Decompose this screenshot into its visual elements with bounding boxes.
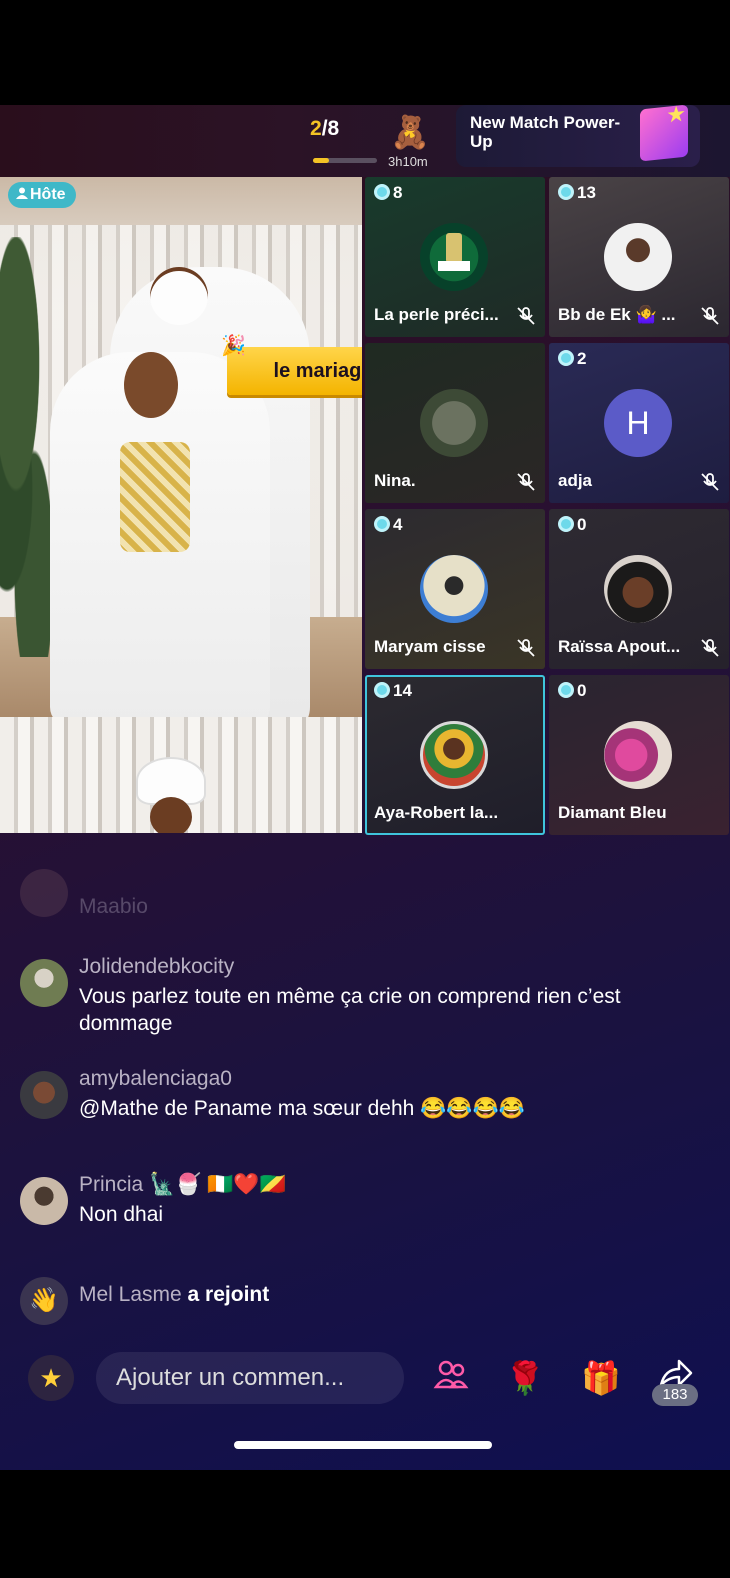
viewer-count: 14 <box>374 681 412 701</box>
guest-name: adja <box>558 471 593 490</box>
eye-icon <box>374 516 390 532</box>
viewer-count: 0 <box>558 515 586 535</box>
mic-muted-icon <box>701 307 719 325</box>
chat-text: @Mathe de Paname ma sœur dehh 😂😂😂😂 <box>79 1097 525 1120</box>
guest-tile[interactable]: 0 Raïssa Apout... <box>549 509 729 669</box>
viewer-count: 13 <box>558 183 596 203</box>
powerup-banner[interactable]: New Match Power-Up <box>456 105 700 167</box>
host-badge: Hôte <box>8 182 76 208</box>
join-line: Mel Lasme a rejoint <box>79 1283 269 1307</box>
chat-username[interactable]: Jolidendebkocity <box>79 955 234 979</box>
round-progress-bar <box>313 158 377 163</box>
chat-text: Non dhai <box>79 1203 164 1226</box>
guest-tile[interactable]: 13 Bb de Ek 🤷‍♀️ ... <box>549 177 729 337</box>
avatar <box>20 869 68 917</box>
gift-box-icon <box>640 105 688 162</box>
star-icon[interactable]: ★ <box>28 1355 74 1401</box>
guest-tile[interactable]: 0 Diamant Bleu <box>549 675 729 835</box>
guest-tile[interactable]: 2 H adja <box>549 343 729 503</box>
round-counter: 2/8 <box>310 117 339 141</box>
viewer-count: 2 <box>558 349 586 369</box>
round-progress-fill <box>313 158 329 163</box>
avatar <box>420 555 488 623</box>
mic-muted-icon <box>517 307 535 325</box>
eye-icon <box>374 184 390 200</box>
guest-name: La perle préci... <box>374 305 499 324</box>
guest-name: Maryam cisse <box>374 637 486 656</box>
title-banner: 🎉 le mariage 🎉 <box>221 335 362 395</box>
gift-icon[interactable]: 🎁 <box>578 1355 624 1401</box>
guest-tile[interactable]: 8 La perle préci... <box>365 177 545 337</box>
avatar <box>604 223 672 291</box>
avatar <box>604 555 672 623</box>
gift-timer[interactable]: 🧸 3h10m <box>386 113 438 171</box>
avatar <box>420 389 488 457</box>
live-screen: 2/8 🧸 3h10m New Match Power-Up Hôte 🎉 le… <box>0 105 730 1470</box>
mic-muted-icon <box>701 639 719 657</box>
guest-name: Bb de Ek 🤷‍♀️ ... <box>558 305 676 324</box>
chat-username[interactable]: Princia 🗽🍧 🇨🇮❤️🇨🇬 <box>79 1173 286 1197</box>
eye-icon <box>558 516 574 532</box>
bottom-bar: ★ Ajouter un commen... 🌹 🎁 183 <box>0 1345 730 1415</box>
guest-tile-selected[interactable]: 14 Aya-Robert la... <box>365 675 545 835</box>
avatar-initial: H <box>604 389 672 457</box>
powerup-title: New Match Power-Up <box>470 113 621 151</box>
match-top-bar: 2/8 🧸 3h10m New Match Power-Up <box>0 105 730 177</box>
avatar <box>604 721 672 789</box>
share-count: 183 <box>652 1384 698 1406</box>
viewer-count: 0 <box>558 681 586 701</box>
guests-icon[interactable] <box>428 1355 474 1401</box>
waving-hand-icon: 👋 <box>20 1277 68 1325</box>
chat-username[interactable]: Mel Lasme <box>79 1283 182 1306</box>
guest-name: Nina. <box>374 471 416 490</box>
chat-username[interactable]: amybalenciaga0 <box>79 1067 232 1091</box>
banner-text: le mariage <box>273 360 362 382</box>
avatar <box>420 223 488 291</box>
home-indicator <box>234 1441 492 1449</box>
mic-muted-icon <box>517 639 535 657</box>
join-action: a rejoint <box>187 1283 270 1306</box>
avatar[interactable] <box>20 1177 68 1225</box>
chat-text: Vous parlez toute en même ça crie on com… <box>79 985 621 1035</box>
eye-icon <box>558 184 574 200</box>
host-badge-label: Hôte <box>30 186 66 203</box>
guest-tile[interactable]: Nina. <box>365 343 545 503</box>
round-current: 2 <box>310 117 322 140</box>
mic-muted-icon <box>701 473 719 491</box>
avatar <box>420 721 488 789</box>
guest-name: Diamant Bleu <box>558 803 667 822</box>
round-total: /8 <box>321 117 340 140</box>
timer-text: 3h10m <box>388 154 428 169</box>
avatar[interactable] <box>20 959 68 1007</box>
viewer-count: 4 <box>374 515 402 535</box>
eye-icon <box>558 682 574 698</box>
teddy-bear-icon: 🧸 <box>390 114 430 150</box>
guest-name: Aya-Robert la... <box>374 803 499 822</box>
eye-icon <box>374 682 390 698</box>
seated-person <box>50 352 270 727</box>
eye-icon <box>558 350 574 366</box>
person-icon <box>16 187 28 199</box>
guest-name: Raïssa Apout... <box>558 637 681 656</box>
mic-muted-icon <box>517 473 535 491</box>
host-video[interactable]: Hôte 🎉 le mariage 🎉 <box>0 177 362 833</box>
guest-tile[interactable]: 4 Maryam cisse <box>365 509 545 669</box>
comment-input[interactable]: Ajouter un commen... <box>96 1352 404 1404</box>
avatar[interactable] <box>20 1071 68 1119</box>
chat-username: Maabio <box>79 895 148 918</box>
rose-icon[interactable]: 🌹 <box>502 1355 548 1401</box>
viewer-count: 8 <box>374 183 402 203</box>
repeated-person <box>138 759 204 833</box>
